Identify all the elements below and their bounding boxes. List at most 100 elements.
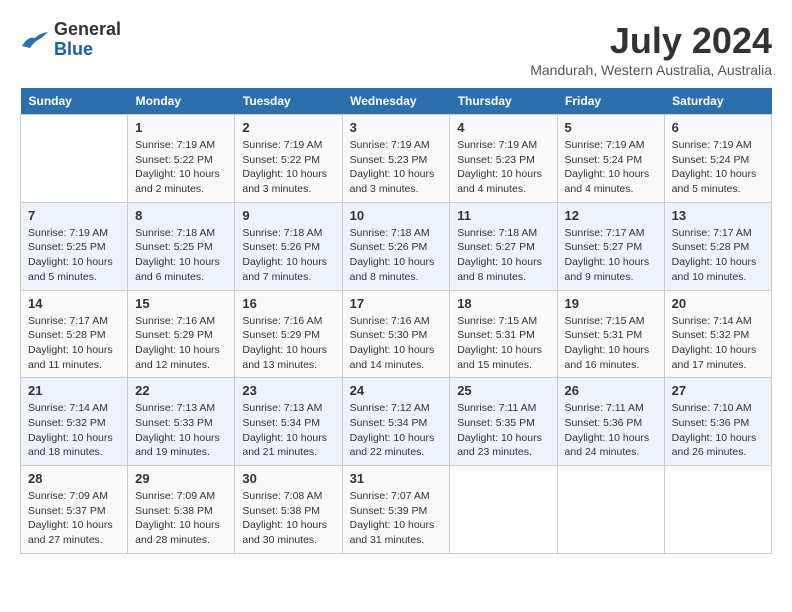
day-number: 12 xyxy=(565,208,657,223)
calendar-cell: 9 Sunrise: 7:18 AM Sunset: 5:26 PM Daylig… xyxy=(235,202,342,290)
calendar-cell: 27Sunrise: 7:10 AM Sunset: 5:36 PM Dayli… xyxy=(664,378,771,466)
day-info: Sunrise: 7:15 AM Sunset: 5:31 PM Dayligh… xyxy=(457,314,549,373)
day-number: 24 xyxy=(350,383,443,398)
day-number: 4 xyxy=(457,120,549,135)
day-info: Sunrise: 7:13 AM Sunset: 5:34 PM Dayligh… xyxy=(242,401,334,460)
calendar-cell: 15 Sunrise: 7:16 AM Sunset: 5:29 PM Dayli… xyxy=(128,290,235,378)
calendar-cell: 17Sunrise: 7:16 AM Sunset: 5:30 PM Dayli… xyxy=(342,290,450,378)
day-number: 2 xyxy=(242,120,334,135)
day-number: 31 xyxy=(350,471,443,486)
calendar-header-tuesday: Tuesday xyxy=(235,88,342,115)
logo-icon xyxy=(20,28,50,52)
day-number: 20 xyxy=(672,296,764,311)
day-number: 5 xyxy=(565,120,657,135)
day-number: 29 xyxy=(135,471,227,486)
day-number: 6 xyxy=(672,120,764,135)
calendar-header-wednesday: Wednesday xyxy=(342,88,450,115)
day-info: Sunrise: 7:14 AM Sunset: 5:32 PM Dayligh… xyxy=(672,314,764,373)
calendar-header-monday: Monday xyxy=(128,88,235,115)
logo-text-general: General xyxy=(54,20,121,40)
day-number: 14 xyxy=(28,296,120,311)
calendar-cell: 8 Sunrise: 7:18 AM Sunset: 5:25 PM Daylig… xyxy=(128,202,235,290)
location-subtitle: Mandurah, Western Australia, Australia xyxy=(530,62,772,78)
calendar-cell xyxy=(557,466,664,554)
day-info: Sunrise: 7:17 AM Sunset: 5:28 PM Dayligh… xyxy=(672,226,764,285)
calendar-cell: 18 Sunrise: 7:15 AM Sunset: 5:31 PM Dayli… xyxy=(450,290,557,378)
day-number: 1 xyxy=(135,120,227,135)
day-info: Sunrise: 7:18 AM Sunset: 5:26 PM Dayligh… xyxy=(350,226,443,285)
calendar-cell xyxy=(664,466,771,554)
day-info: Sunrise: 7:18 AM Sunset: 5:25 PM Dayligh… xyxy=(135,226,227,285)
day-number: 11 xyxy=(457,208,549,223)
calendar-table: SundayMondayTuesdayWednesdayThursdayFrid… xyxy=(20,88,772,554)
day-info: Sunrise: 7:17 AM Sunset: 5:28 PM Dayligh… xyxy=(28,314,120,373)
day-info: Sunrise: 7:19 AM Sunset: 5:25 PM Dayligh… xyxy=(28,226,120,285)
day-info: Sunrise: 7:09 AM Sunset: 5:37 PM Dayligh… xyxy=(28,489,120,548)
day-info: Sunrise: 7:18 AM Sunset: 5:27 PM Dayligh… xyxy=(457,226,549,285)
calendar-week-row: 28 Sunrise: 7:09 AM Sunset: 5:37 PM Dayli… xyxy=(21,466,772,554)
day-info: Sunrise: 7:16 AM Sunset: 5:29 PM Dayligh… xyxy=(135,314,227,373)
logo: General Blue xyxy=(20,20,121,60)
title-area: July 2024 Mandurah, Western Australia, A… xyxy=(530,20,772,78)
day-info: Sunrise: 7:19 AM Sunset: 5:23 PM Dayligh… xyxy=(457,138,549,197)
calendar-week-row: 14 Sunrise: 7:17 AM Sunset: 5:28 PM Dayli… xyxy=(21,290,772,378)
day-info: Sunrise: 7:14 AM Sunset: 5:32 PM Dayligh… xyxy=(28,401,120,460)
calendar-cell: 2 Sunrise: 7:19 AM Sunset: 5:22 PM Daylig… xyxy=(235,115,342,203)
day-info: Sunrise: 7:13 AM Sunset: 5:33 PM Dayligh… xyxy=(135,401,227,460)
calendar-week-row: 7 Sunrise: 7:19 AM Sunset: 5:25 PM Daylig… xyxy=(21,202,772,290)
day-info: Sunrise: 7:19 AM Sunset: 5:22 PM Dayligh… xyxy=(242,138,334,197)
header-row: SundayMondayTuesdayWednesdayThursdayFrid… xyxy=(21,88,772,115)
day-number: 18 xyxy=(457,296,549,311)
day-info: Sunrise: 7:18 AM Sunset: 5:26 PM Dayligh… xyxy=(242,226,334,285)
day-info: Sunrise: 7:08 AM Sunset: 5:38 PM Dayligh… xyxy=(242,489,334,548)
day-number: 16 xyxy=(242,296,334,311)
day-info: Sunrise: 7:11 AM Sunset: 5:35 PM Dayligh… xyxy=(457,401,549,460)
day-number: 15 xyxy=(135,296,227,311)
day-info: Sunrise: 7:19 AM Sunset: 5:23 PM Dayligh… xyxy=(350,138,443,197)
calendar-cell: 26 Sunrise: 7:11 AM Sunset: 5:36 PM Dayli… xyxy=(557,378,664,466)
calendar-cell: 22 Sunrise: 7:13 AM Sunset: 5:33 PM Dayli… xyxy=(128,378,235,466)
day-info: Sunrise: 7:10 AM Sunset: 5:36 PM Dayligh… xyxy=(672,401,764,460)
day-number: 8 xyxy=(135,208,227,223)
calendar-cell: 16 Sunrise: 7:16 AM Sunset: 5:29 PM Dayli… xyxy=(235,290,342,378)
day-number: 7 xyxy=(28,208,120,223)
calendar-header-sunday: Sunday xyxy=(21,88,128,115)
calendar-cell: 19Sunrise: 7:15 AM Sunset: 5:31 PM Dayli… xyxy=(557,290,664,378)
calendar-cell: 6Sunrise: 7:19 AM Sunset: 5:24 PM Daylig… xyxy=(664,115,771,203)
day-number: 22 xyxy=(135,383,227,398)
calendar-header: SundayMondayTuesdayWednesdayThursdayFrid… xyxy=(21,88,772,115)
day-number: 26 xyxy=(565,383,657,398)
calendar-cell: 12Sunrise: 7:17 AM Sunset: 5:27 PM Dayli… xyxy=(557,202,664,290)
calendar-cell: 7 Sunrise: 7:19 AM Sunset: 5:25 PM Daylig… xyxy=(21,202,128,290)
day-number: 28 xyxy=(28,471,120,486)
day-info: Sunrise: 7:19 AM Sunset: 5:24 PM Dayligh… xyxy=(565,138,657,197)
day-info: Sunrise: 7:09 AM Sunset: 5:38 PM Dayligh… xyxy=(135,489,227,548)
calendar-cell: 30 Sunrise: 7:08 AM Sunset: 5:38 PM Dayli… xyxy=(235,466,342,554)
calendar-cell: 21Sunrise: 7:14 AM Sunset: 5:32 PM Dayli… xyxy=(21,378,128,466)
calendar-cell: 14 Sunrise: 7:17 AM Sunset: 5:28 PM Dayli… xyxy=(21,290,128,378)
day-info: Sunrise: 7:07 AM Sunset: 5:39 PM Dayligh… xyxy=(350,489,443,548)
day-number: 9 xyxy=(242,208,334,223)
calendar-week-row: 1 Sunrise: 7:19 AM Sunset: 5:22 PM Daylig… xyxy=(21,115,772,203)
calendar-cell: 31 Sunrise: 7:07 AM Sunset: 5:39 PM Dayli… xyxy=(342,466,450,554)
day-info: Sunrise: 7:11 AM Sunset: 5:36 PM Dayligh… xyxy=(565,401,657,460)
day-info: Sunrise: 7:16 AM Sunset: 5:29 PM Dayligh… xyxy=(242,314,334,373)
day-number: 30 xyxy=(242,471,334,486)
day-info: Sunrise: 7:19 AM Sunset: 5:22 PM Dayligh… xyxy=(135,138,227,197)
day-number: 17 xyxy=(350,296,443,311)
day-number: 10 xyxy=(350,208,443,223)
day-number: 23 xyxy=(242,383,334,398)
calendar-header-saturday: Saturday xyxy=(664,88,771,115)
day-info: Sunrise: 7:15 AM Sunset: 5:31 PM Dayligh… xyxy=(565,314,657,373)
day-number: 3 xyxy=(350,120,443,135)
calendar-cell: 10 Sunrise: 7:18 AM Sunset: 5:26 PM Dayli… xyxy=(342,202,450,290)
calendar-cell: 3 Sunrise: 7:19 AM Sunset: 5:23 PM Daylig… xyxy=(342,115,450,203)
day-number: 13 xyxy=(672,208,764,223)
calendar-header-friday: Friday xyxy=(557,88,664,115)
day-info: Sunrise: 7:12 AM Sunset: 5:34 PM Dayligh… xyxy=(350,401,443,460)
calendar-cell xyxy=(450,466,557,554)
page-header: General Blue July 2024 Mandurah, Western… xyxy=(20,20,772,78)
day-number: 25 xyxy=(457,383,549,398)
logo-text-blue: Blue xyxy=(54,40,121,60)
calendar-body: 1 Sunrise: 7:19 AM Sunset: 5:22 PM Daylig… xyxy=(21,115,772,554)
